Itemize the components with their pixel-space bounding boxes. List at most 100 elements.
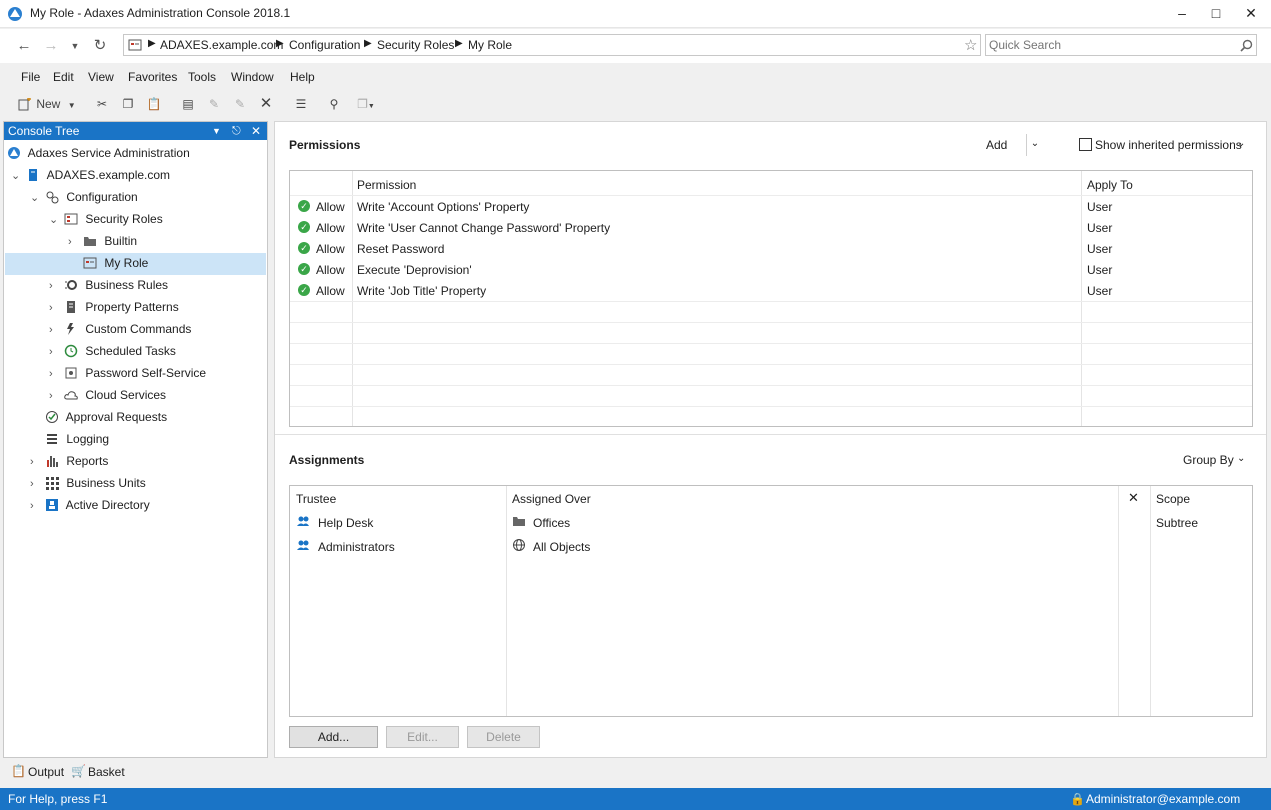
group-by-button[interactable]: Group By (1183, 453, 1234, 467)
windows-icon[interactable]: ❐▼ (352, 95, 380, 115)
maximize-button[interactable]: □ (1199, 0, 1233, 28)
breadcrumb-item[interactable]: Configuration (289, 38, 360, 52)
chevron-right-icon[interactable]: › (49, 390, 59, 402)
breadcrumb-item[interactable]: My Role (468, 38, 512, 52)
column-header-scope[interactable]: Scope (1156, 492, 1190, 506)
assigned-over-item[interactable]: All Objects (512, 538, 1252, 560)
copy-icon[interactable]: ❐ (119, 95, 137, 115)
table-row[interactable]: ✓ Allow Write 'Account Options' Property… (290, 196, 1252, 217)
tree-node-approval-requests[interactable]: Approval Requests (45, 407, 265, 429)
pin-icon[interactable]: ⎋ (232, 122, 241, 140)
chevron-right-icon[interactable]: › (49, 346, 59, 358)
chevron-right-icon[interactable]: › (49, 302, 59, 314)
add-permission-button[interactable]: Add (986, 138, 1007, 152)
tree-node-security-roles[interactable]: Security Roles (64, 209, 265, 231)
quick-search-input[interactable] (986, 35, 1226, 55)
forward-icon[interactable]: → (40, 35, 62, 57)
tree-node-custom-commands[interactable]: Custom Commands (64, 319, 265, 341)
chevron-down-icon[interactable]: ⌄ (1237, 453, 1245, 464)
tree-node-password-self-service[interactable]: Password Self-Service (64, 363, 265, 385)
add-permission-dropdown-icon[interactable]: ⌄ (1028, 138, 1042, 149)
password-self-service-icon (65, 367, 77, 379)
tree-node-builtin[interactable]: Builtin (83, 231, 265, 253)
new-button[interactable]: New ▼ (17, 95, 79, 115)
chevron-right-icon[interactable]: › (49, 280, 59, 292)
tree-node-cloud-services[interactable]: Cloud Services (64, 385, 265, 407)
breadcrumb-item[interactable]: Security Roles (377, 38, 454, 52)
tree-node-reports[interactable]: Reports (45, 451, 265, 473)
assigned-over-item[interactable]: Offices Subtree (512, 514, 1252, 536)
table-row[interactable]: ✓ Allow Reset Password User (290, 238, 1252, 259)
close-icon[interactable]: ✕ (251, 122, 261, 140)
tree-node-label: Logging (66, 432, 110, 446)
tree-node-configuration[interactable]: Configuration (45, 187, 265, 209)
menu-help[interactable]: Help (290, 70, 315, 84)
chevron-right-icon[interactable]: › (30, 478, 40, 490)
paste-icon[interactable]: 📋 (145, 95, 163, 115)
properties-icon[interactable]: ☰ (292, 95, 310, 115)
pane-splitter[interactable] (275, 434, 1266, 435)
chevron-right-icon[interactable]: › (30, 500, 40, 512)
menu-window[interactable]: Window (231, 70, 274, 84)
column-header-trustee[interactable]: Trustee (296, 492, 336, 506)
chevron-down-icon[interactable]: ⌄ (30, 191, 40, 204)
trustee-item[interactable]: Help Desk (296, 514, 501, 536)
tree-node-adaxes-service-administration[interactable]: Adaxes Service Administration (7, 143, 265, 165)
rename-icon[interactable]: ▤ (179, 95, 197, 115)
chevron-right-icon[interactable]: › (68, 236, 78, 248)
find-icon[interactable]: ⚲ (325, 95, 343, 115)
search-icon[interactable] (1240, 39, 1253, 52)
apply-to: User (1087, 263, 1113, 277)
column-header-apply-to[interactable]: Apply To (1087, 178, 1133, 192)
chevron-right-icon[interactable]: › (30, 456, 40, 468)
table-row[interactable]: ✓ Allow Execute 'Deprovision' User (290, 259, 1252, 280)
group-icon (297, 540, 309, 550)
edit-properties-icon[interactable]: ✎ (231, 95, 249, 115)
tree-node-business-rules[interactable]: Business Rules (64, 275, 265, 297)
edit-icon[interactable]: ✎ (205, 95, 223, 115)
delete-assignment-button[interactable]: Delete (467, 726, 540, 748)
history-dropdown-icon[interactable]: ▼ (64, 35, 86, 57)
quick-search[interactable] (985, 34, 1257, 56)
menu-tools[interactable]: Tools (188, 70, 216, 84)
chevron-right-icon[interactable]: › (49, 324, 59, 336)
trustee-item[interactable]: Administrators (296, 538, 501, 560)
breadcrumb-item[interactable]: ADAXES.example.com (160, 38, 283, 52)
tree-node-scheduled-tasks[interactable]: Scheduled Tasks (64, 341, 265, 363)
tree-node-logging[interactable]: Logging (45, 429, 265, 451)
tab-output[interactable]: 📋 Output (9, 762, 67, 784)
cut-icon[interactable]: ✂ (93, 95, 111, 115)
menu-view[interactable]: View (88, 70, 114, 84)
minimize-button[interactable]: – (1165, 0, 1199, 28)
tab-basket[interactable]: 🛒 Basket (69, 762, 125, 784)
edit-assignment-button[interactable]: Edit... (386, 726, 459, 748)
close-window-button[interactable]: ✕ (1234, 0, 1268, 28)
refresh-icon[interactable]: ↻ (89, 35, 111, 57)
add-assignment-button[interactable]: Add... (289, 726, 378, 748)
back-icon[interactable]: ← (13, 35, 35, 57)
chevron-right-icon[interactable]: › (49, 368, 59, 380)
table-row[interactable]: ✓ Allow Write 'User Cannot Change Passwo… (290, 217, 1252, 238)
chevron-down-icon[interactable]: ▼ (212, 122, 221, 140)
address-bar[interactable]: ▶ ADAXES.example.com ▶ Configuration ▶ S… (123, 34, 981, 56)
column-header-permission[interactable]: Permission (357, 178, 416, 192)
menu-edit[interactable]: Edit (53, 70, 74, 84)
tree-node-label: Business Units (66, 476, 146, 490)
chevron-down-icon[interactable]: ⌄ (11, 169, 21, 182)
table-row[interactable]: ✓ Allow Write 'Job Title' Property User (290, 280, 1252, 301)
menu-favorites[interactable]: Favorites (128, 70, 177, 84)
favorite-star-icon[interactable]: ☆ (964, 36, 977, 54)
menu-file[interactable]: File (21, 70, 40, 84)
chevron-down-icon[interactable]: ⌄ (1237, 138, 1245, 149)
tree-node-property-patterns[interactable]: Property Patterns (64, 297, 265, 319)
tree-node-business-units[interactable]: Business Units (45, 473, 265, 495)
remove-assignment-icon[interactable]: ✕ (1128, 490, 1139, 506)
tree-node-my-role[interactable]: My Role (5, 253, 266, 275)
tree-node-adaxes-example-com[interactable]: ADAXES.example.com (26, 165, 265, 187)
column-header-assigned-over[interactable]: Assigned Over (512, 492, 591, 506)
delete-icon[interactable]: ✕ (257, 95, 275, 115)
chevron-down-icon[interactable]: ⌄ (49, 213, 59, 226)
new-button-label: New (36, 97, 61, 111)
show-inherited-checkbox[interactable] (1079, 138, 1092, 151)
tree-node-active-directory[interactable]: Active Directory (45, 495, 265, 517)
